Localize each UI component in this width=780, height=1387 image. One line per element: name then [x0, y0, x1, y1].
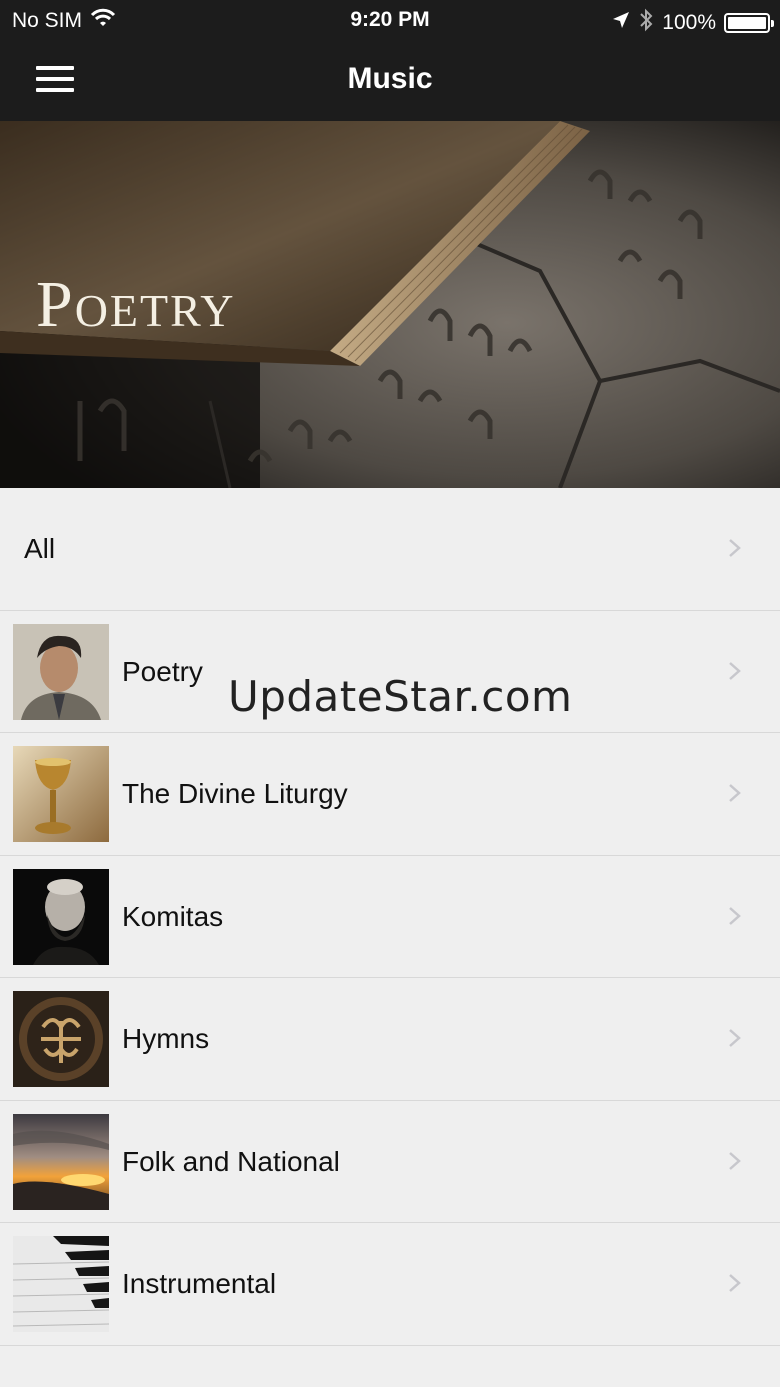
chevron-right-icon	[729, 784, 741, 802]
list-item-label: All	[24, 533, 56, 564]
chevron-right-icon	[729, 539, 741, 557]
list-item-divine-liturgy[interactable]: The Divine Liturgy	[0, 733, 780, 856]
hymns-thumbnail	[13, 991, 109, 1087]
chevron-right-icon	[729, 1029, 741, 1047]
chevron-right-icon	[729, 661, 741, 680]
list-item-instrumental[interactable]: Instrumental	[0, 1223, 780, 1346]
hero-title: Poetry	[36, 268, 236, 341]
page-title: Music	[347, 62, 433, 95]
list-item-hymns[interactable]: Hymns	[0, 978, 780, 1101]
list-item-label: Komitas	[122, 900, 224, 932]
chevron-right-icon	[729, 906, 741, 925]
sunset-thumbnail	[13, 1113, 109, 1210]
status-bar: No SIM 9:20 PM 100%	[0, 0, 780, 40]
list-item-label: Instrumental	[122, 1268, 277, 1299]
list-item-all[interactable]: All	[0, 488, 780, 611]
bluetooth-icon	[638, 8, 654, 38]
location-arrow-icon	[612, 11, 630, 35]
list-item-komitas[interactable]: Komitas	[0, 855, 780, 978]
list-item-label: Folk and National	[122, 1145, 340, 1177]
watermark: UpdateStar.com	[228, 672, 573, 721]
list-item-folk-national[interactable]: Folk and National	[0, 1100, 780, 1223]
hero-banner: Poetry	[0, 121, 780, 488]
battery-icon	[724, 13, 774, 33]
chevron-right-icon	[729, 1151, 741, 1170]
komitas-thumbnail	[13, 868, 109, 965]
poetry-thumbnail	[13, 623, 109, 720]
piano-thumbnail	[13, 1236, 109, 1332]
list-item-label: Hymns	[122, 1023, 210, 1054]
battery-percent: 100%	[662, 11, 716, 34]
chevron-right-icon	[729, 1274, 741, 1292]
list-item-label: The Divine Liturgy	[122, 778, 348, 809]
list-item-label: Poetry	[122, 655, 203, 687]
nav-bar: Music	[0, 40, 780, 121]
category-list: All Poetry The Divine Liturgy Komitas Hy…	[0, 488, 780, 1346]
chalice-thumbnail	[13, 746, 109, 842]
